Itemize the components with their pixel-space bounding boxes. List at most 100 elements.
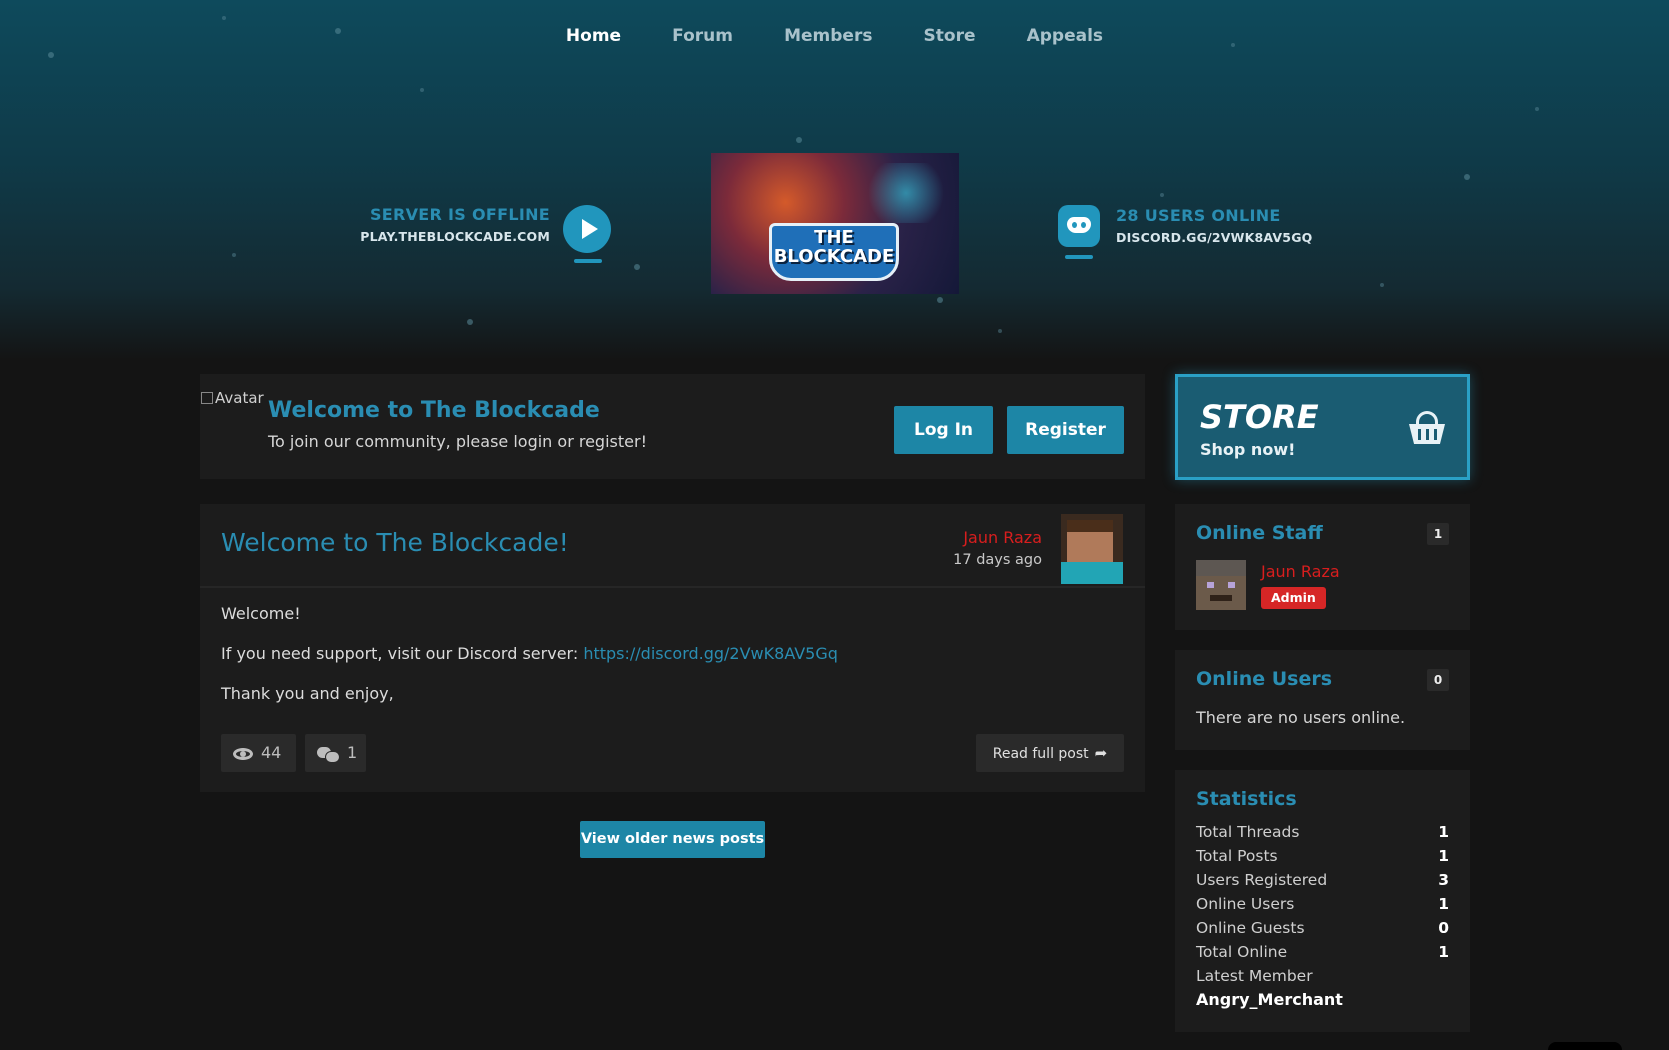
welcome-subtitle: To join our community, please login or r…: [268, 432, 647, 451]
discord-status[interactable]: 28 USERS ONLINE DISCORD.GG/2VWK8AV5GQ: [1116, 206, 1313, 245]
online-users-empty: There are no users online.: [1196, 708, 1406, 727]
star-dot: [48, 52, 54, 58]
staff-avatar-eye: [1207, 582, 1214, 588]
star-dot: [634, 264, 640, 270]
stat-row: Online Users 1: [1196, 892, 1449, 916]
online-staff-widget: Online Staff 1 Jaun Raza Admin: [1175, 504, 1470, 630]
stat-value: 0: [1438, 919, 1449, 937]
nav-forum[interactable]: Forum: [672, 26, 733, 46]
star-dot: [1464, 174, 1470, 180]
play-underline: [574, 259, 602, 263]
stat-value: [1430, 964, 1449, 988]
post-line-text: If you need support, visit our Discord s…: [221, 644, 584, 663]
play-icon[interactable]: [563, 205, 611, 253]
stat-row: Total Threads 1: [1196, 820, 1449, 844]
discord-invite: DISCORD.GG/2VWK8AV5GQ: [1116, 230, 1313, 245]
staff-avatar-mouth: [1210, 595, 1232, 601]
discord-online-count: 28 USERS ONLINE: [1116, 206, 1281, 225]
online-users-count: 0: [1427, 669, 1449, 691]
post-author[interactable]: Jaun Raza: [963, 528, 1042, 547]
older-posts-button[interactable]: View older news posts: [580, 821, 765, 858]
post-line: If you need support, visit our Discord s…: [221, 644, 838, 663]
star-dot: [796, 137, 802, 143]
nav-appeals[interactable]: Appeals: [1027, 26, 1103, 46]
register-button[interactable]: Register: [1007, 406, 1124, 454]
stat-row: Latest Member: [1196, 964, 1449, 988]
views-count: 44: [261, 743, 282, 762]
basket-icon: [1409, 411, 1445, 447]
avatar-face: [1067, 532, 1113, 562]
comments-counter[interactable]: 1: [305, 734, 366, 772]
staff-name[interactable]: Jaun Raza: [1261, 562, 1340, 581]
read-more-label: Read full post: [992, 746, 1089, 762]
stat-row: Total Online 1: [1196, 940, 1449, 964]
latest-member-name[interactable]: Angry_Merchant: [1196, 990, 1343, 1009]
logo-line-1: THE: [814, 227, 854, 248]
online-users-title: Online Users: [1196, 668, 1333, 690]
store-subtitle: Shop now!: [1200, 440, 1296, 459]
nav-members[interactable]: Members: [784, 26, 872, 46]
discord-link[interactable]: https://discord.gg/2VwK8AV5Gq: [583, 644, 838, 663]
avatar-shirt: [1061, 562, 1123, 584]
news-post: Welcome to The Blockcade! Jaun Raza 17 d…: [200, 504, 1145, 792]
post-time: 17 days ago: [953, 552, 1042, 568]
post-line: Thank you and enjoy,: [221, 684, 394, 703]
login-button[interactable]: Log In: [894, 406, 993, 454]
star-dot: [232, 253, 236, 257]
online-users-widget: Online Users 0 There are no users online…: [1175, 650, 1470, 750]
statistics-table: Total Threads 1 Total Posts 1 Users Regist…: [1196, 820, 1449, 988]
post-title[interactable]: Welcome to The Blockcade!: [221, 528, 569, 557]
star-dot: [1160, 193, 1164, 197]
views-counter: 44: [221, 734, 296, 772]
basket-slat: [1426, 429, 1429, 440]
star-dot: [1380, 283, 1384, 287]
stat-label: Total Posts: [1196, 847, 1278, 865]
discord-eye: [1072, 222, 1077, 228]
comments-count: 1: [347, 743, 358, 762]
star-dot: [998, 329, 1002, 333]
stat-label: Total Threads: [1196, 823, 1300, 841]
basket-slat: [1434, 429, 1437, 440]
star-dot: [937, 297, 943, 303]
staff-avatar-eye: [1228, 582, 1235, 588]
stat-value: 3: [1438, 871, 1449, 889]
online-staff-count: 1: [1427, 523, 1449, 545]
online-staff-title: Online Staff: [1196, 522, 1323, 544]
site-banner[interactable]: THE BLOCKCADE: [711, 153, 959, 294]
discord-eye: [1081, 222, 1086, 228]
stat-label: Latest Member: [1196, 967, 1313, 985]
discord-icon[interactable]: [1058, 205, 1100, 247]
author-avatar[interactable]: [1061, 514, 1123, 584]
store-title: STORE: [1200, 398, 1319, 436]
stat-label: Online Guests: [1196, 919, 1305, 937]
post-divider: [200, 586, 1145, 588]
staff-role-badge: Admin: [1261, 587, 1326, 609]
share-arrow-icon: ➦: [1094, 744, 1108, 762]
stat-label: Total Online: [1196, 943, 1288, 961]
welcome-panel: Avatar Welcome to The Blockcade To join …: [200, 374, 1145, 479]
server-address: PLAY.THEBLOCKCADE.COM: [360, 229, 550, 244]
post-line: Welcome!: [221, 604, 301, 623]
logo-line-2: BLOCKCADE: [773, 246, 895, 267]
staff-avatar[interactable]: [1196, 560, 1246, 610]
store-card[interactable]: STORE Shop now!: [1175, 374, 1470, 480]
statistics-title: Statistics: [1196, 788, 1297, 810]
server-status[interactable]: SERVER IS OFFLINE PLAY.THEBLOCKCADE.COM: [340, 205, 550, 244]
nav-home[interactable]: Home: [566, 26, 621, 46]
welcome-title: Welcome to The Blockcade: [268, 398, 600, 423]
nav-store[interactable]: Store: [924, 26, 976, 46]
stat-row: Users Registered 3: [1196, 868, 1449, 892]
read-full-post-button[interactable]: Read full post ➦: [976, 734, 1124, 772]
discord-underline: [1065, 255, 1093, 259]
basket-body: [1409, 424, 1445, 444]
staff-avatar-hair: [1196, 560, 1246, 576]
stat-value: 1: [1438, 895, 1449, 913]
stat-value: 1: [1438, 823, 1449, 841]
banner-glow: [861, 163, 951, 223]
floating-widget-tab[interactable]: [1548, 1042, 1622, 1050]
stat-value: 1: [1438, 943, 1449, 961]
stat-label: Online Users: [1196, 895, 1295, 913]
star-dot: [222, 16, 226, 20]
stat-value: 1: [1438, 847, 1449, 865]
star-dot: [420, 88, 424, 92]
